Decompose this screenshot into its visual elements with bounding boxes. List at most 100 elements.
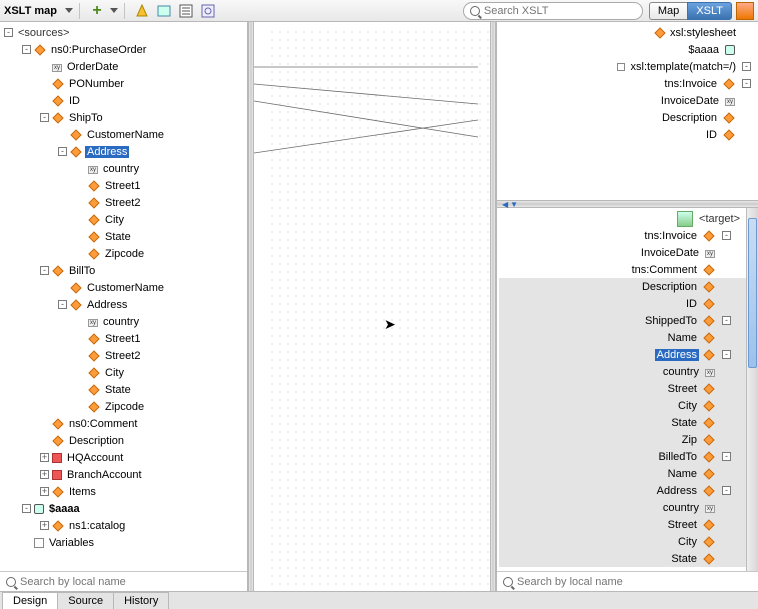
- target-node[interactable]: Zip: [499, 431, 746, 448]
- target-node[interactable]: City: [499, 533, 746, 550]
- tree-node[interactable]: xyOrderDate: [0, 58, 247, 75]
- target-node[interactable]: Address-: [499, 346, 746, 363]
- sources-root[interactable]: <sources>: [16, 27, 71, 39]
- tree-node[interactable]: CustomerName: [0, 126, 247, 143]
- tree-node[interactable]: -Address: [0, 143, 247, 160]
- expand-toggle[interactable]: -: [722, 452, 731, 461]
- tree-node[interactable]: Variables: [0, 534, 247, 551]
- expand-toggle[interactable]: +: [40, 487, 49, 496]
- target-scrollbar[interactable]: [746, 208, 758, 571]
- expand-toggle[interactable]: -: [742, 79, 751, 88]
- target-node[interactable]: City: [499, 397, 746, 414]
- tree-node[interactable]: CustomerName: [0, 279, 247, 296]
- target-node[interactable]: Street: [499, 516, 746, 533]
- target-node[interactable]: BilledTo-: [499, 448, 746, 465]
- expand-toggle[interactable]: +: [40, 521, 49, 530]
- target-node[interactable]: countryxy: [499, 499, 746, 516]
- tree-node[interactable]: State: [0, 228, 247, 245]
- expand-toggle[interactable]: -: [22, 504, 31, 513]
- tree-node[interactable]: City: [0, 364, 247, 381]
- mapping-canvas[interactable]: ➤: [254, 22, 490, 591]
- tree-node[interactable]: +HQAccount: [0, 449, 247, 466]
- expand-toggle[interactable]: +: [40, 453, 49, 462]
- expand-toggle[interactable]: -: [722, 231, 731, 240]
- tree-node[interactable]: Zipcode: [0, 398, 247, 415]
- toolbar-search-input[interactable]: [484, 5, 636, 17]
- tree-node[interactable]: xycountry: [0, 160, 247, 177]
- template-node[interactable]: ID: [499, 126, 754, 143]
- source-tree[interactable]: -<sources>-ns0:PurchaseOrderxyOrderDateP…: [0, 22, 247, 571]
- tree-node[interactable]: Description: [0, 432, 247, 449]
- expand-toggle[interactable]: -: [742, 62, 751, 71]
- target-node[interactable]: ShippedTo-: [499, 312, 746, 329]
- add-button[interactable]: +: [89, 3, 105, 19]
- expand-toggle[interactable]: -: [22, 45, 31, 54]
- tree-node[interactable]: Street2: [0, 194, 247, 211]
- target-node[interactable]: tns:Comment: [499, 261, 746, 278]
- target-node[interactable]: Name: [499, 329, 746, 346]
- template-node[interactable]: xsl:template(match=/)-: [499, 58, 754, 75]
- expand-toggle[interactable]: -: [722, 350, 731, 359]
- tool-icon-3[interactable]: [178, 3, 194, 19]
- target-node[interactable]: Street: [499, 380, 746, 397]
- target-tree[interactable]: tns:Invoice-InvoiceDatexytns:CommentDesc…: [499, 227, 746, 567]
- expand-toggle[interactable]: -: [58, 300, 67, 309]
- target-node[interactable]: Address-: [499, 482, 746, 499]
- expand-toggle[interactable]: +: [40, 470, 49, 479]
- expand-toggle[interactable]: -: [722, 316, 731, 325]
- tool-icon-4[interactable]: [200, 3, 216, 19]
- source-search-input[interactable]: [20, 576, 241, 588]
- add-dropdown[interactable]: [110, 8, 118, 13]
- tree-node[interactable]: +Items: [0, 483, 247, 500]
- template-tree[interactable]: xsl:stylesheet$aaaaxsl:template(match=/)…: [497, 22, 758, 200]
- tool-icon-1[interactable]: [134, 3, 150, 19]
- tree-node[interactable]: Street1: [0, 330, 247, 347]
- expand-toggle[interactable]: -: [722, 486, 731, 495]
- tree-node[interactable]: -ns0:PurchaseOrder: [0, 41, 247, 58]
- target-node[interactable]: Name: [499, 465, 746, 482]
- expand-toggle[interactable]: -: [58, 147, 67, 156]
- tree-node[interactable]: PONumber: [0, 75, 247, 92]
- tool-icon-2[interactable]: [156, 3, 172, 19]
- tree-node[interactable]: State: [0, 381, 247, 398]
- tree-node[interactable]: -BillTo: [0, 262, 247, 279]
- right-panel-divider[interactable]: ◀▼: [497, 200, 758, 208]
- tree-node[interactable]: Street1: [0, 177, 247, 194]
- target-node[interactable]: countryxy: [499, 363, 746, 380]
- tree-node[interactable]: -ShipTo: [0, 109, 247, 126]
- view-mode-tabs: Map XSLT: [649, 2, 732, 20]
- toolbar-title-dropdown[interactable]: [65, 8, 73, 13]
- tab-design[interactable]: Design: [2, 592, 58, 609]
- tab-history[interactable]: History: [113, 592, 169, 609]
- expand-toggle[interactable]: -: [4, 28, 13, 37]
- tree-node[interactable]: Street2: [0, 347, 247, 364]
- expand-toggle[interactable]: -: [40, 113, 49, 122]
- tab-source[interactable]: Source: [57, 592, 114, 609]
- tree-node[interactable]: +ns1:catalog: [0, 517, 247, 534]
- target-node[interactable]: tns:Invoice-: [499, 227, 746, 244]
- template-node[interactable]: $aaaa: [499, 41, 754, 58]
- tree-node[interactable]: -$aaaa: [0, 500, 247, 517]
- tree-node[interactable]: Zipcode: [0, 245, 247, 262]
- tree-node[interactable]: ns0:Comment: [0, 415, 247, 432]
- target-label: Zip: [680, 434, 699, 446]
- mode-xslt-tab[interactable]: XSLT: [687, 2, 732, 20]
- tree-node[interactable]: -Address: [0, 296, 247, 313]
- template-node[interactable]: tns:Invoice-: [499, 75, 754, 92]
- tree-node[interactable]: +BranchAccount: [0, 466, 247, 483]
- mode-map-tab[interactable]: Map: [649, 2, 687, 20]
- template-node[interactable]: Description: [499, 109, 754, 126]
- tree-node[interactable]: xycountry: [0, 313, 247, 330]
- tree-node[interactable]: City: [0, 211, 247, 228]
- target-node[interactable]: ID: [499, 295, 746, 312]
- template-node[interactable]: InvoiceDatexy: [499, 92, 754, 109]
- target-search-input[interactable]: [517, 576, 752, 588]
- template-node[interactable]: xsl:stylesheet: [499, 24, 754, 41]
- target-node[interactable]: State: [499, 414, 746, 431]
- expand-toggle[interactable]: -: [40, 266, 49, 275]
- tree-node[interactable]: ID: [0, 92, 247, 109]
- target-node[interactable]: Description: [499, 278, 746, 295]
- toolbar-search[interactable]: [463, 2, 643, 20]
- target-node[interactable]: State: [499, 550, 746, 567]
- target-node[interactable]: InvoiceDatexy: [499, 244, 746, 261]
